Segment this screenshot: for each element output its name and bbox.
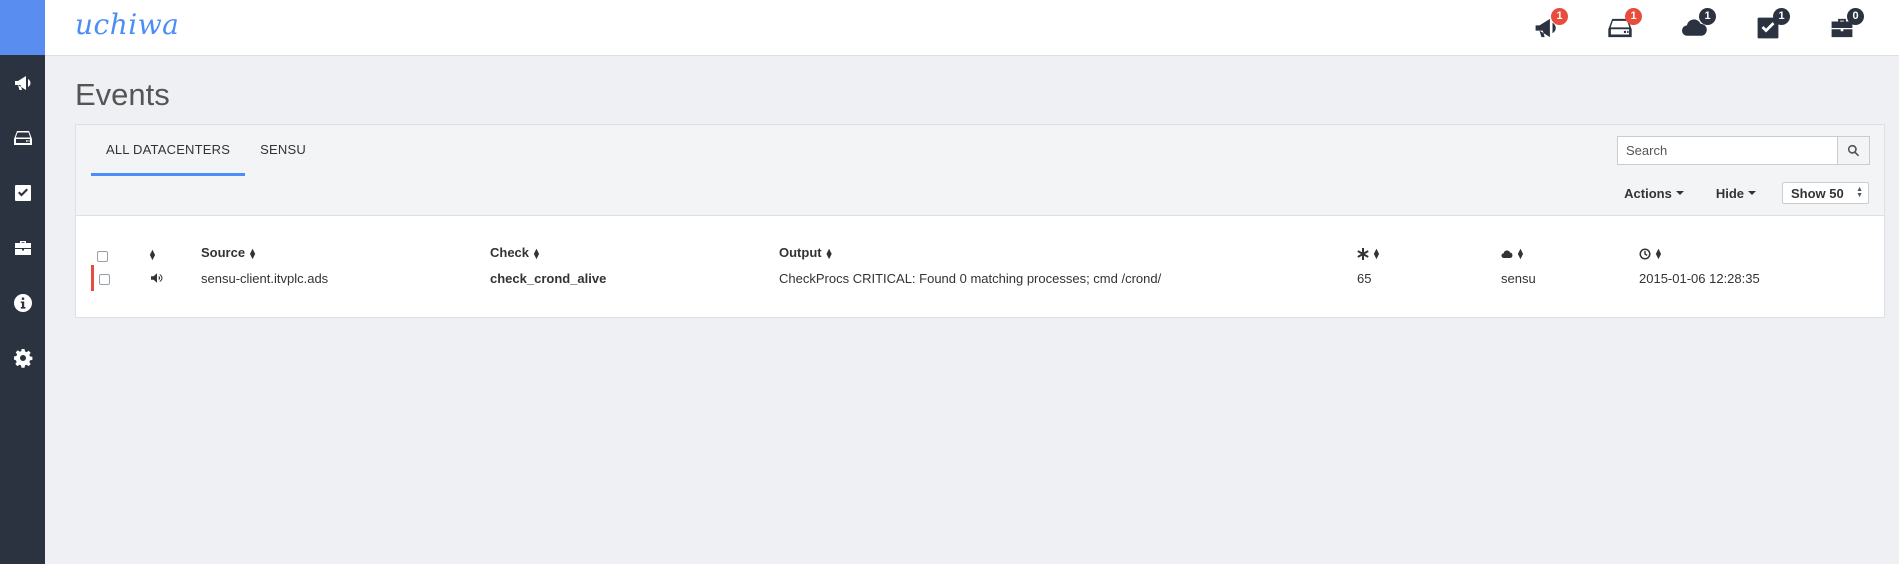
hide-label: Hide	[1715, 185, 1744, 201]
search-button[interactable]	[1837, 136, 1870, 165]
sort-icon: ▲ ▼	[148, 246, 157, 262]
sort-icon: ▲ ▼	[824, 245, 834, 261]
briefcase-icon	[14, 240, 31, 255]
table-controls: Actions Hide Show 50 ▲ ▼	[1592, 182, 1869, 204]
caret-down-icon	[1675, 191, 1684, 195]
sidebar-item-checks[interactable]	[0, 165, 45, 220]
sidebar	[0, 0, 45, 564]
checkbox-icon	[14, 184, 31, 201]
event-check[interactable]: check_crond_alive	[490, 271, 606, 286]
event-output: CheckProcs CRITICAL: Found 0 matching pr…	[779, 271, 1162, 286]
source-column-header[interactable]: Source ▲ ▼	[201, 245, 257, 260]
table-row[interactable]: sensu-client.itvplc.ads check_crond_aliv…	[91, 265, 1884, 299]
table-header-row: ▲ ▼ Source ▲ ▼ Check ▲ ▼ Output ▲ ▼ ▲ ▼ ▲ ▼ ▲ ▼	[91, 243, 1884, 271]
datacenters-count-badge: 1	[1699, 8, 1716, 25]
sidebar-item-info[interactable]	[0, 275, 45, 330]
tab-sensu[interactable]: SENSU	[245, 125, 321, 173]
check-header-label: Check	[490, 245, 530, 260]
silence-button[interactable]	[151, 269, 163, 284]
caret-down-icon	[1748, 191, 1756, 195]
server-icon	[13, 130, 32, 145]
event-datacenter: sensu	[1501, 271, 1536, 286]
panel-header: ALL DATACENTERS SENSU Actions Hide Show …	[76, 125, 1884, 216]
top-bar: uchiwa 1 1 1 1 0	[45, 0, 1899, 56]
output-column-header[interactable]: Output ▲ ▼	[779, 245, 834, 260]
event-occurrences: 65	[1357, 271, 1372, 286]
topbar-events-button[interactable]: 1	[1509, 0, 1583, 55]
timestamp-column-header[interactable]: ▲ ▼	[1639, 245, 1663, 260]
events-panel: ALL DATACENTERS SENSU Actions Hide Show …	[75, 124, 1885, 318]
topbar-clients-button[interactable]: 1	[1583, 0, 1657, 55]
occurrences-column-header[interactable]: ▲ ▼	[1357, 245, 1381, 260]
clients-count-badge: 1	[1625, 8, 1642, 25]
volume-icon	[151, 272, 163, 283]
sort-icon: ▲ ▼	[248, 245, 257, 261]
row-select-checkbox[interactable]	[99, 274, 110, 285]
megaphone-icon	[14, 75, 30, 90]
page-title: Events	[75, 77, 170, 112]
page-size-value: Show 50	[1791, 185, 1844, 201]
actions-label: Actions	[1624, 185, 1672, 201]
sort-icon: ▲ ▼	[1654, 245, 1663, 261]
app-logo[interactable]: uchiwa	[75, 8, 179, 41]
event-source[interactable]: sensu-client.itvplc.ads	[201, 271, 328, 286]
topbar-checks-button[interactable]: 1	[1731, 0, 1805, 55]
search-icon	[1847, 144, 1860, 157]
actions-dropdown[interactable]: Actions	[1624, 186, 1684, 201]
search-box	[1617, 136, 1870, 165]
datacenter-tabs: ALL DATACENTERS SENSU	[91, 125, 321, 177]
sidebar-brand-block	[0, 0, 45, 55]
search-input[interactable]	[1617, 136, 1837, 165]
event-timestamp: 2015-01-06 12:28:35	[1639, 271, 1760, 286]
select-arrows-icon: ▲ ▼	[1856, 186, 1863, 199]
select-all-checkbox[interactable]	[97, 251, 108, 262]
source-header-label: Source	[201, 245, 246, 260]
status-sort-button[interactable]: ▲ ▼	[145, 246, 157, 261]
top-status-icons: 1 1 1 1 0	[1509, 0, 1879, 55]
tab-all-datacenters[interactable]: ALL DATACENTERS	[91, 125, 246, 176]
output-header-label: Output	[779, 245, 822, 260]
events-table: ▲ ▼ Source ▲ ▼ Check ▲ ▼ Output ▲ ▼ ▲ ▼ ▲ ▼ ▲ ▼	[91, 243, 1884, 299]
sidebar-item-clients[interactable]	[0, 110, 45, 165]
critical-status-indicator	[91, 265, 94, 291]
sort-icon: ▲ ▼	[532, 245, 541, 261]
topbar-stashes-button[interactable]: 0	[1805, 0, 1879, 55]
topbar-datacenters-button[interactable]: 1	[1657, 0, 1731, 55]
sidebar-item-events[interactable]	[0, 55, 45, 110]
check-column-header[interactable]: Check ▲ ▼	[490, 245, 541, 260]
checks-count-badge: 1	[1773, 8, 1790, 25]
stashes-count-badge: 0	[1847, 8, 1864, 25]
gear-icon	[13, 348, 32, 368]
sort-icon: ▲ ▼	[1372, 245, 1381, 261]
info-icon	[13, 293, 32, 312]
datacenter-column-header[interactable]: ▲ ▼	[1501, 245, 1525, 260]
sidebar-item-stashes[interactable]	[0, 220, 45, 275]
events-count-badge: 1	[1551, 8, 1568, 25]
hide-dropdown[interactable]: Hide	[1716, 186, 1756, 201]
cloud-icon	[1501, 250, 1513, 258]
sort-icon: ▲ ▼	[1516, 245, 1525, 261]
asterisk-icon	[1357, 247, 1369, 260]
page-size-select[interactable]: Show 50 ▲ ▼	[1782, 182, 1869, 204]
clock-icon	[1639, 248, 1651, 260]
sidebar-item-settings[interactable]	[0, 330, 45, 385]
